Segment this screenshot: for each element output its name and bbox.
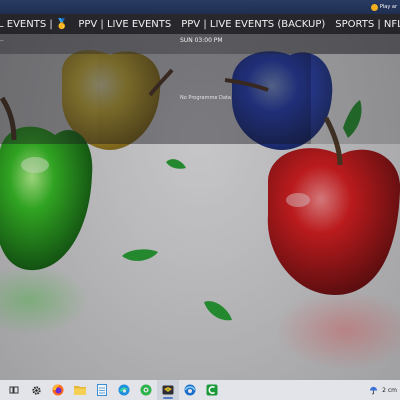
task-view-icon: [9, 386, 19, 394]
epg-header-left: --: [0, 38, 4, 44]
file-explorer-button[interactable]: [69, 380, 91, 400]
system-tray: 2 cm: [369, 380, 397, 400]
camtasia-button[interactable]: [201, 380, 223, 400]
tab-all-events[interactable]: L EVENTS | 🥇: [0, 19, 73, 30]
firefox-button[interactable]: [47, 380, 69, 400]
edge-icon: [118, 384, 130, 396]
camtasia-icon: [206, 384, 218, 396]
settings-gear-icon: [31, 385, 41, 395]
umbrella-icon[interactable]: [369, 386, 378, 395]
programme-text: No Programme Data: [180, 95, 231, 101]
programme-cell[interactable]: No Programme Data: [97, 54, 311, 144]
tab-ppv-live-events-backup[interactable]: PPV | LIVE EVENTS (BACKUP): [176, 19, 330, 30]
notification-text: Play ar: [379, 4, 397, 10]
category-tabs: L EVENTS | 🥇 PPV | LIVE EVENTS PPV | LIV…: [0, 14, 400, 34]
taskbar: [0, 380, 400, 400]
programme-cell-next[interactable]: [311, 54, 400, 144]
notepad-button[interactable]: [91, 380, 113, 400]
green-app-icon: [140, 384, 152, 396]
tab-sports-nfl[interactable]: SPORTS | NFL: [330, 19, 400, 30]
green-app-button[interactable]: [135, 380, 157, 400]
epg-time-label: SUN 03:00 PM: [180, 37, 223, 44]
active-app-icon: [162, 385, 174, 395]
firefox-icon: [52, 384, 64, 396]
top-notification-bar: Play ar: [0, 0, 400, 14]
edge-button[interactable]: [113, 380, 135, 400]
active-app-button[interactable]: [157, 380, 179, 400]
task-view-button[interactable]: [3, 380, 25, 400]
browser-app-button[interactable]: [179, 380, 201, 400]
epg-time-header: -- SUN 03:00 PM: [0, 34, 400, 54]
channel-cell[interactable]: [0, 54, 97, 144]
weather-text[interactable]: 2 cm: [382, 387, 397, 394]
notepad-icon: [97, 384, 107, 396]
settings-button[interactable]: [25, 380, 47, 400]
browser-app-icon: [184, 384, 196, 396]
notification[interactable]: Play ar: [370, 3, 397, 11]
gamepad-badge-icon: [370, 3, 378, 11]
tab-ppv-live-events[interactable]: PPV | LIVE EVENTS: [73, 19, 176, 30]
file-explorer-icon: [74, 386, 86, 395]
